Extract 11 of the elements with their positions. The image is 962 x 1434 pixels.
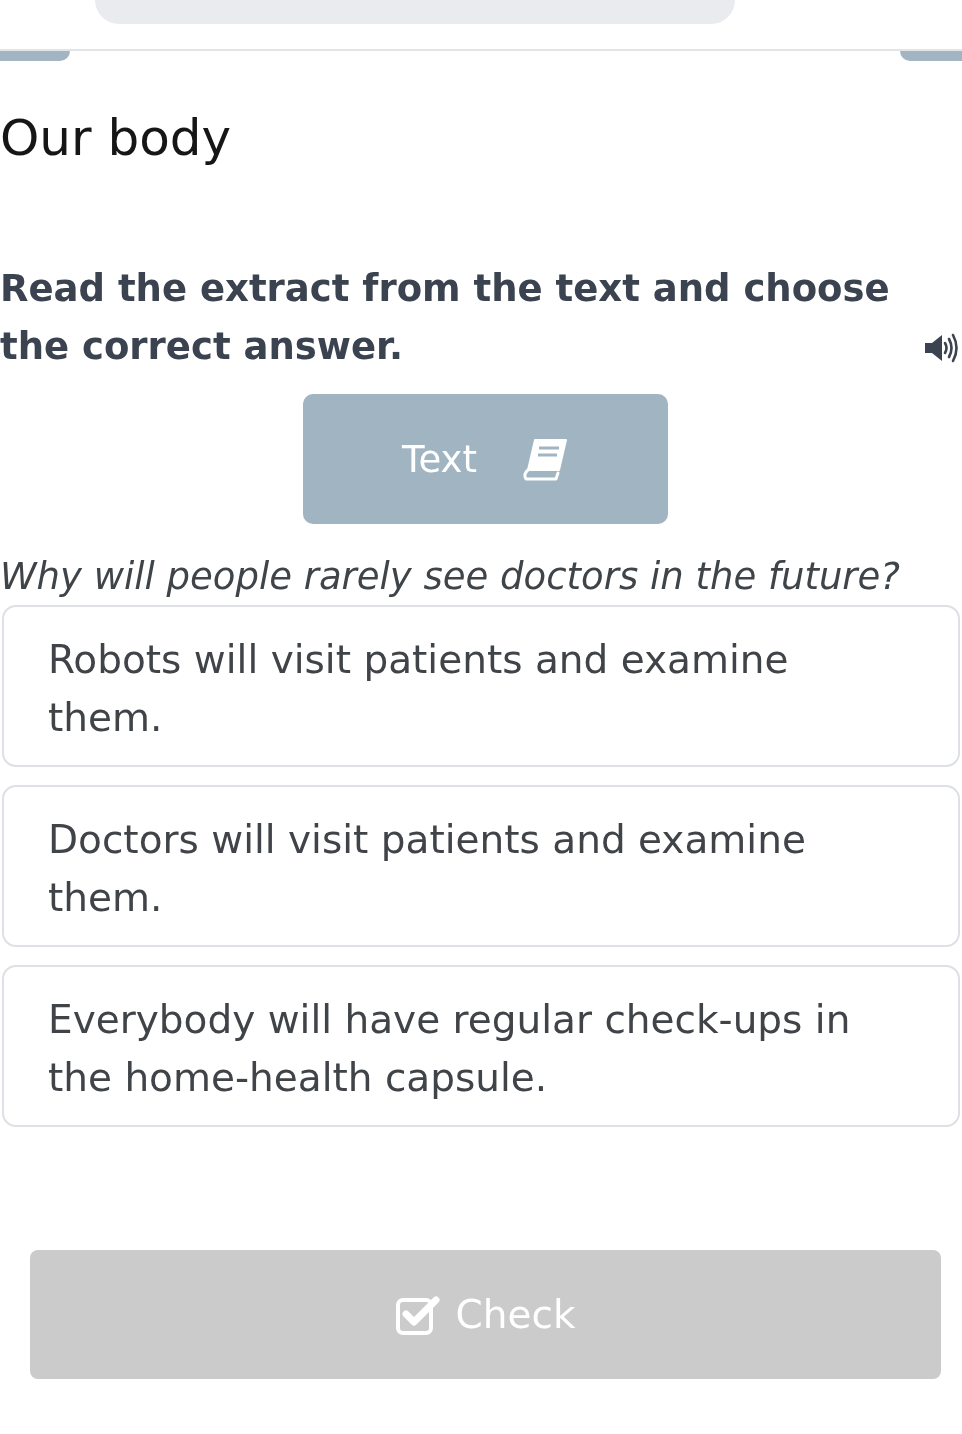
answer-option[interactable]: Doctors will visit patients and examine them. — [2, 785, 960, 947]
speaker-icon[interactable] — [924, 332, 961, 364]
checkbox-icon — [395, 1294, 440, 1335]
lesson-title: Our body — [0, 108, 233, 168]
instruction-text: Read the extract from the text and choose the correct answer. — [0, 266, 891, 370]
header-strip — [900, 51, 962, 61]
answer-option[interactable]: Robots will visit patients and examine them. — [2, 605, 960, 767]
question-text: Why will people rarely see doctors in the future? — [0, 554, 901, 600]
answer-option[interactable]: Everybody will have regular check-ups in the home-health capsule. — [2, 965, 960, 1127]
book-icon — [520, 439, 568, 481]
header-strip — [0, 51, 70, 61]
